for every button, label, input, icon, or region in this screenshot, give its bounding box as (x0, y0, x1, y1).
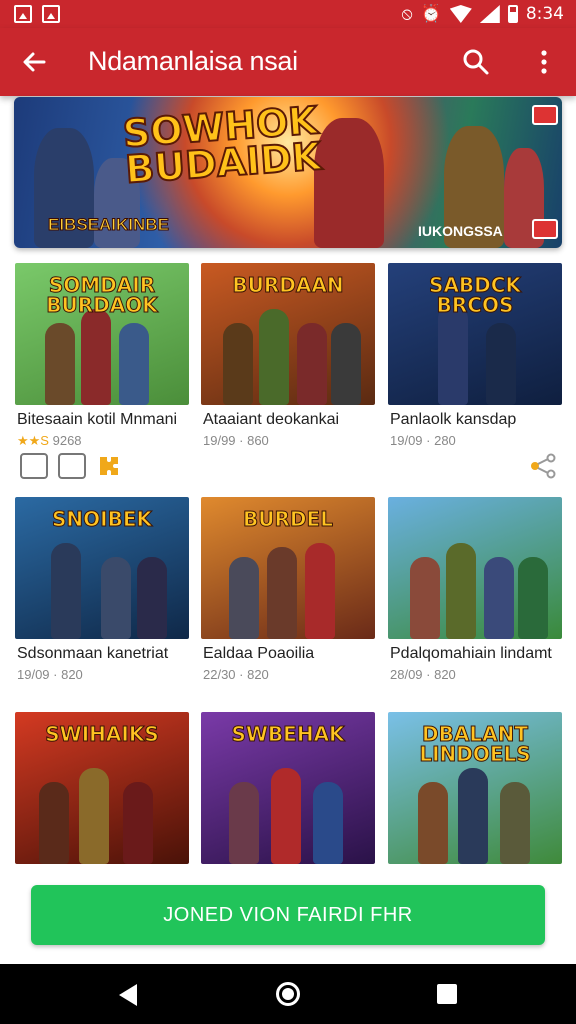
more-options-icon[interactable] (532, 48, 556, 76)
vibrate-icon: ⦸ (401, 4, 413, 24)
game-card[interactable]: BURDAAN Ataaiant deokankai 19/99 · 860 (201, 263, 375, 448)
wifi-icon (449, 5, 472, 23)
image-notification-icon (42, 5, 60, 23)
game-meta: 22/30 · 820 (203, 667, 269, 682)
game-thumbnail: SNOIBEK (15, 497, 189, 639)
nav-home-icon[interactable] (276, 982, 300, 1006)
game-name: Pdalqomahiain lindamt (390, 645, 552, 662)
puzzle-icon[interactable] (96, 453, 122, 479)
back-arrow-icon[interactable] (18, 46, 50, 78)
game-card[interactable]: SWIHAIKS (15, 712, 189, 864)
nav-recents-icon[interactable] (437, 984, 457, 1004)
status-bar: ⦸ ⏰ 8:34 (0, 0, 576, 28)
game-card[interactable]: DBALANT LINDOELS (388, 712, 562, 864)
thumbnail-title: DBALANT LINDOELS (419, 722, 531, 766)
hero-figure (314, 118, 384, 248)
game-thumbnail: DBALANT LINDOELS (388, 712, 562, 864)
share-icon[interactable] (527, 450, 559, 482)
thumbnail-title: SABDCK BRCOS (429, 273, 522, 317)
rating-badge-icon (532, 219, 558, 239)
thumbnail-title: SOMDAIR BURDAOK (46, 273, 158, 317)
game-card[interactable]: SWBEHAK (201, 712, 375, 864)
clock: 8:34 (525, 4, 564, 24)
alarm-icon: ⏰ (420, 4, 442, 24)
thumbnail-title: SWIHAIKS (45, 722, 159, 746)
thumbnail-title: SWBEHAK (231, 722, 345, 746)
game-name: Ataaiant deokankai (203, 411, 340, 428)
game-meta: 19/99 · 860 (203, 433, 269, 448)
game-name: Ealdaa Poaoilia (203, 645, 315, 662)
signal-icon (479, 5, 500, 23)
game-card[interactable]: BURDEL Ealdaa Poaoilia 22/30 · 820 (201, 497, 375, 682)
thumbnail-title: BURDEL (243, 507, 334, 531)
game-meta: 28/09 · 820 (390, 667, 456, 682)
game-thumbnail: SWBEHAK (201, 712, 375, 864)
banner-subtitle-right: IUKONGSSA (418, 223, 503, 239)
banner-title: SOWHOK BUDAIDK (120, 97, 323, 192)
battery-icon (507, 5, 518, 23)
gallery-notification-icon (14, 5, 32, 23)
game-card[interactable]: SNOIBEK Sdsonmaan kanetriat 19/09 · 820 (15, 497, 189, 682)
game-thumbnail: SWIHAIKS (15, 712, 189, 864)
featured-banner[interactable]: SOWHOK BUDAIDK EIBSEAIKINBE IUKONGSSA (14, 97, 562, 248)
rating-badge-icon (532, 105, 558, 125)
banner-subtitle: EIBSEAIKINBE (48, 215, 170, 235)
image-icon[interactable] (58, 453, 86, 479)
game-name: Sdsonmaan kanetriat (17, 645, 169, 662)
game-name: Bitesaain kotil Mnmani (17, 411, 178, 428)
game-thumbnail: SOMDAIR BURDAOK (15, 263, 189, 405)
thumbnail-title: SNOIBEK (52, 507, 153, 531)
rating-stars: ★★S (17, 433, 49, 448)
game-thumbnail (388, 497, 562, 639)
page-title: Ndamanlaisa nsai (88, 46, 298, 76)
game-name: Panlaolk kansdap (390, 411, 517, 428)
search-icon[interactable] (462, 48, 490, 76)
app-bar: Ndamanlaisa nsai (0, 28, 576, 96)
game-thumbnail: BURDAAN (201, 263, 375, 405)
game-thumbnail: SABDCK BRCOS (388, 263, 562, 405)
join-button[interactable]: JONED VION FAIRDI FHR (31, 885, 545, 945)
controller-icon[interactable] (20, 453, 48, 479)
game-meta: 19/09 · 820 (17, 667, 83, 682)
nav-back-icon[interactable] (119, 984, 137, 1006)
game-meta: 19/09 · 280 (390, 433, 456, 448)
game-card[interactable]: Pdalqomahiain lindamt 28/09 · 820 (388, 497, 562, 682)
game-thumbnail: BURDEL (201, 497, 375, 639)
game-card[interactable]: SABDCK BRCOS Panlaolk kansdap 19/09 · 28… (388, 263, 562, 448)
thumbnail-title: BURDAAN (232, 273, 344, 297)
game-card[interactable]: SOMDAIR BURDAOK Bitesaain kotil Mnmani ★… (15, 263, 189, 448)
game-meta: ★★S 9268 (17, 433, 82, 448)
card-action-row (20, 453, 122, 479)
